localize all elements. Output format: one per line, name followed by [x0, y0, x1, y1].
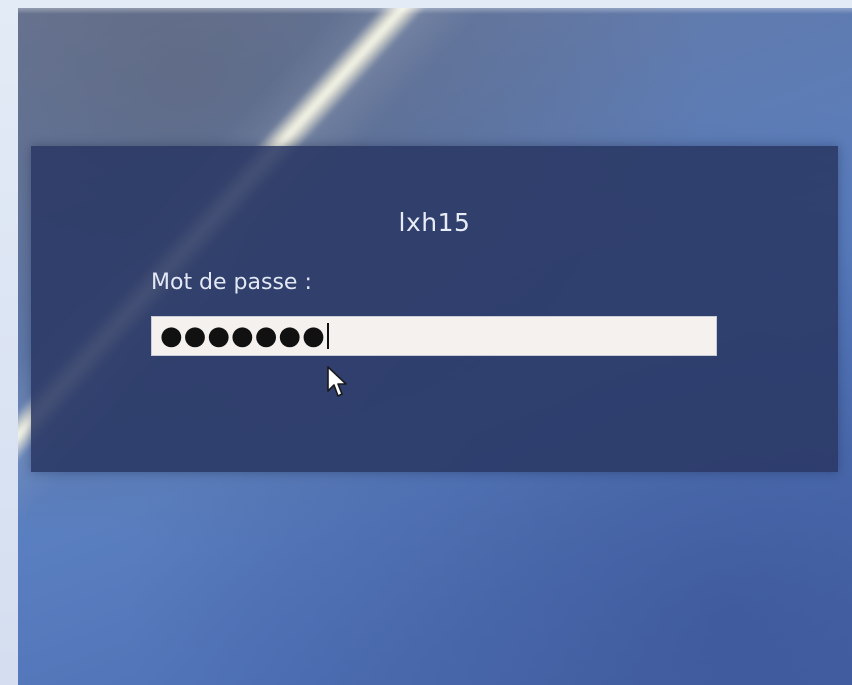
login-panel: lxh15 Mot de passe : ●●●●●●●	[31, 146, 838, 472]
monitor-screen: lxh15 Mot de passe : ●●●●●●●	[18, 8, 852, 685]
password-input[interactable]: ●●●●●●●	[151, 316, 717, 356]
password-masked-value: ●●●●●●●	[160, 321, 326, 351]
screen-top-highlight	[18, 8, 852, 14]
mouse-pointer-icon	[327, 366, 347, 397]
username-label: lxh15	[398, 208, 471, 237]
text-caret	[326, 323, 329, 349]
photo-frame: lxh15 Mot de passe : ●●●●●●●	[0, 0, 852, 685]
password-label: Mot de passe :	[151, 270, 312, 295]
